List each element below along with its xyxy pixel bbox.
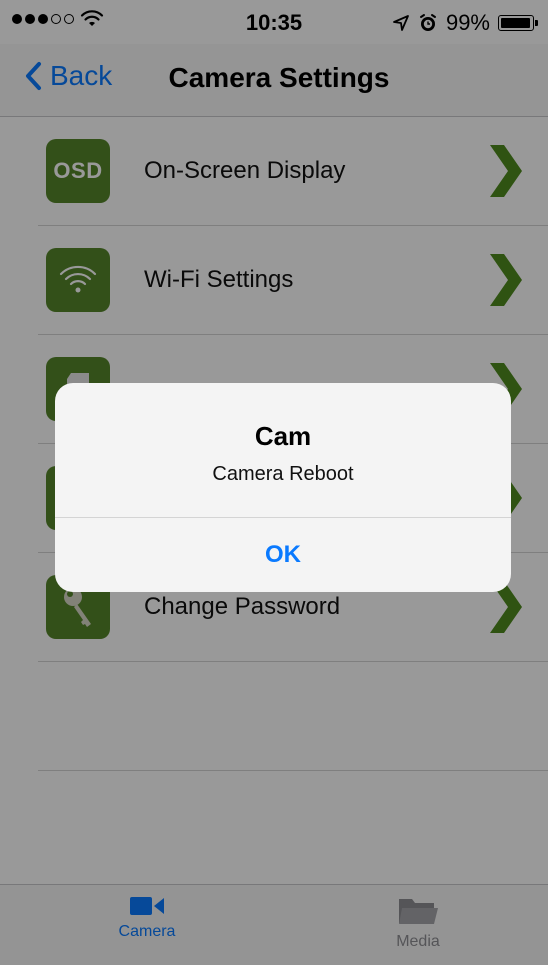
ok-button[interactable]: OK <box>55 518 511 592</box>
alert-dialog: Cam Camera Reboot OK <box>55 383 511 592</box>
screen: 10:35 99% Back Camera Settings OSD On-Sc… <box>0 0 548 965</box>
alert-message: Camera Reboot <box>212 463 354 485</box>
alert-title: Cam <box>254 421 312 451</box>
